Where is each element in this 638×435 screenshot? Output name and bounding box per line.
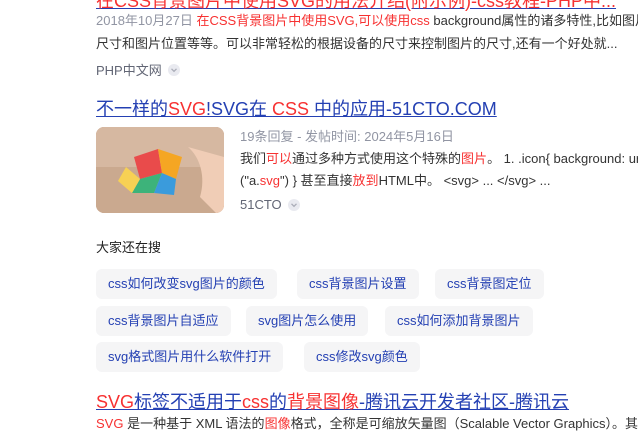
related-chip[interactable]: css背景图片设置 (297, 269, 419, 299)
result-2-snippet-part: 放到 (352, 173, 379, 188)
result-2-snippet-part: 可以 (266, 151, 293, 166)
result-3-title-part: -腾讯云开发者社区-腾讯云 (359, 392, 570, 412)
result-3-title[interactable]: SVG标签不适用于css的背景图像-腾讯云开发者社区-腾讯云 (96, 391, 569, 413)
result-3-title-part: SVG (96, 392, 135, 412)
result-1-snippet-line2: 尺寸和图片位置等等。可以非常轻松的根据设备的尺寸来控制图片的尺寸,还有一个好处就… (96, 36, 618, 51)
result-3-title-part: 背景图像 (287, 392, 360, 412)
result-2-meta: 19条回复 - 发帖时间: 2024年5月16日 (240, 129, 454, 144)
related-chip[interactable]: css如何添加背景图片 (385, 306, 533, 336)
result-3-snippet-part: SVG (96, 416, 124, 431)
result-2-snippet-part: ("a. (240, 173, 260, 188)
related-searches-title: 大家还在搜 (96, 240, 162, 255)
result-1-date: 2018年10月27日 (96, 13, 193, 28)
result-1-source[interactable]: PHP中文网 (96, 60, 180, 79)
result-3-title-part: 标签不适用于 (134, 392, 243, 412)
related-chip[interactable]: css背景图定位 (435, 269, 544, 299)
related-chip[interactable]: css如何改变svg图片的颜色 (96, 269, 277, 299)
result-1-source-name: PHP中文网 (96, 63, 162, 78)
result-2-snippet-line2: ("a.svg") } 甚至直接放到HTML中。 <svg> ... </svg… (240, 170, 638, 192)
result-2-source[interactable]: 51CTO (240, 197, 300, 212)
result-2-title-part: SVG (168, 99, 207, 119)
result-2-snippet-part: HTML中。 <svg> ... </svg> ... (378, 173, 551, 188)
related-chip[interactable]: svg格式图片用什么软件打开 (96, 342, 284, 372)
result-2-title-part: 不一样的 (96, 99, 168, 119)
result-2-title[interactable]: 不一样的SVG!SVG在 CSS 中的应用-51CTO.COM (96, 98, 497, 120)
result-2-snippet-part: svg (259, 173, 281, 188)
result-2-title-part: CSS (272, 99, 310, 119)
related-chip[interactable]: svg图片怎么使用 (246, 306, 369, 336)
result-2-snippet-part: ") } 甚至直接 (280, 173, 353, 188)
chevron-down-icon[interactable] (167, 63, 180, 76)
related-chip[interactable]: css背景图片自适应 (96, 306, 231, 336)
chevron-down-icon[interactable] (287, 198, 300, 211)
result-3-snippet: SVG 是一种基于 XML 语法的图像格式，全称是可缩放矢量图（Scalable… (96, 413, 638, 435)
result-1-snippet: 2018年10月27日 在CSS背景图片中使用SVG,可以使用css backg… (96, 10, 638, 32)
result-1-text: background属性的诸多特性,比如图片 (433, 13, 638, 28)
result-2-title-part: !SVG在 (206, 99, 273, 119)
result-2-snippet-part: 通过多种方式使用这个特殊的 (292, 151, 462, 166)
result-3-title-part: 的 (269, 392, 288, 412)
related-chip[interactable]: css修改svg颜色 (304, 342, 420, 372)
result-2-snippet-part: 图片 (461, 151, 488, 166)
result-2-source-name: 51CTO (240, 197, 282, 212)
result-2-snippet-part: 我们 (240, 151, 267, 166)
result-3-snippet-part: 图像 (264, 416, 291, 431)
result-3-snippet-part: 格式，全称是可缩放矢量图（Scalable Vector Graphics）。其 (290, 416, 638, 431)
result-3-snippet-part: 是一种基于 XML 语法的 (123, 416, 265, 431)
result-2-thumbnail[interactable] (96, 127, 224, 213)
result-1-highlight: 在CSS背景图片中使用SVG,可以使用css (196, 13, 430, 28)
result-2-title-part: 中的应用-51CTO.COM (309, 99, 497, 119)
result-2-snippet-part: 。 1. .icon{ background: url (487, 151, 638, 166)
result-2-snippet-line1: 我们可以通过多种方式使用这个特殊的图片。 1. .icon{ backgroun… (240, 148, 638, 170)
result-3-title-part: css (242, 392, 270, 412)
